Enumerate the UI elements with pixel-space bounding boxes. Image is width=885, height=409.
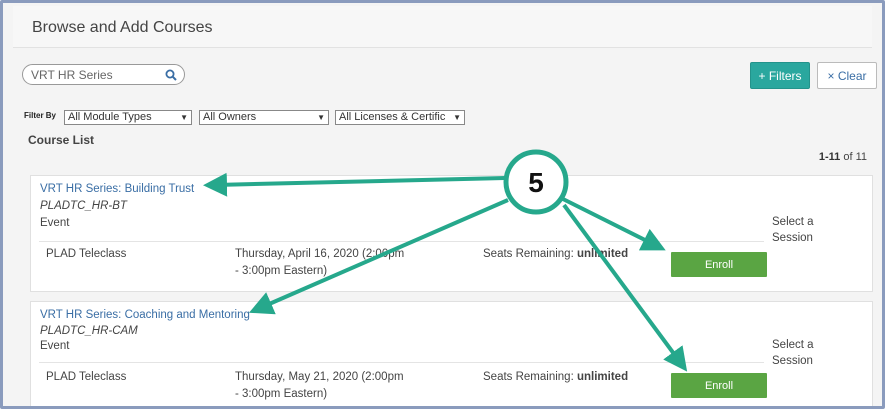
- session-date: Thursday, April 16, 2020 (2:00pm - 3:00p…: [235, 246, 404, 280]
- session-location: PLAD Teleclass: [46, 371, 127, 383]
- select-session-text: Select a Session: [772, 216, 814, 244]
- page-title: Browse and Add Courses: [32, 19, 213, 36]
- course-card: VRT HR Series: Building Trust PLADTC_HR-…: [30, 175, 873, 292]
- owners-select[interactable]: All Owners ▼: [199, 110, 329, 125]
- licenses-value: All Licenses & Certific: [339, 111, 446, 123]
- course-list-title: Course List: [28, 133, 95, 147]
- select-session-text: Select a Session: [772, 339, 814, 367]
- clear-button[interactable]: × Clear: [817, 62, 877, 89]
- session-date-line2: - 3:00pm Eastern): [235, 388, 328, 400]
- course-code: PLADTC_HR-CAM: [40, 325, 138, 337]
- session-date-line2: - 3:00pm Eastern): [235, 265, 328, 277]
- search-input[interactable]: [31, 67, 161, 82]
- seats-value: unlimited: [576, 248, 629, 260]
- filter-by-label: Filter By: [24, 111, 57, 120]
- seats-remaining: Seats Remaining: unlimited: [483, 369, 628, 386]
- module-types-value: All Module Types: [68, 111, 152, 123]
- result-total: of 11: [843, 151, 867, 163]
- chevron-down-icon: ▼: [180, 113, 188, 122]
- course-type: Event: [40, 217, 70, 229]
- course-type: Event: [40, 340, 70, 352]
- session-location: PLAD Teleclass: [46, 248, 127, 260]
- search-icon[interactable]: [164, 68, 178, 82]
- browse-courses-window: Browse and Add Courses + Filters × Clear…: [0, 0, 885, 409]
- divider: [39, 241, 764, 242]
- session-date-line1: Thursday, April 16, 2020 (2:00pm: [235, 248, 405, 260]
- chevron-down-icon: ▼: [453, 113, 461, 122]
- result-range: 1-11: [818, 151, 841, 163]
- filters-button[interactable]: + Filters: [750, 62, 810, 89]
- chevron-down-icon: ▼: [317, 113, 325, 122]
- licenses-select[interactable]: All Licenses & Certific ▼: [335, 110, 465, 125]
- seats-label: Seats Remaining:: [483, 248, 574, 260]
- course-card: VRT HR Series: Coaching and Mentoring PL…: [30, 301, 873, 406]
- search-box[interactable]: [22, 64, 185, 85]
- result-count: 1-11 of 11: [819, 151, 867, 163]
- seats-remaining: Seats Remaining: unlimited: [483, 246, 628, 263]
- course-title-link[interactable]: VRT HR Series: Coaching and Mentoring: [40, 309, 250, 321]
- course-title-link[interactable]: VRT HR Series: Building Trust: [40, 183, 194, 195]
- seats-label: Seats Remaining:: [483, 371, 574, 383]
- course-code: PLADTC_HR-BT: [40, 200, 127, 212]
- enroll-button[interactable]: Enroll: [671, 252, 767, 277]
- session-date-line1: Thursday, May 21, 2020 (2:00pm: [235, 371, 404, 383]
- session-date: Thursday, May 21, 2020 (2:00pm - 3:00pm …: [235, 369, 404, 403]
- seats-value: unlimited: [576, 371, 629, 383]
- enroll-button[interactable]: Enroll: [671, 373, 767, 398]
- module-types-select[interactable]: All Module Types ▼: [64, 110, 192, 125]
- course-list-bar: Course List 1-11 of 11: [13, 128, 872, 170]
- page-header: Browse and Add Courses: [13, 6, 872, 48]
- divider: [39, 362, 764, 363]
- owners-value: All Owners: [203, 111, 257, 123]
